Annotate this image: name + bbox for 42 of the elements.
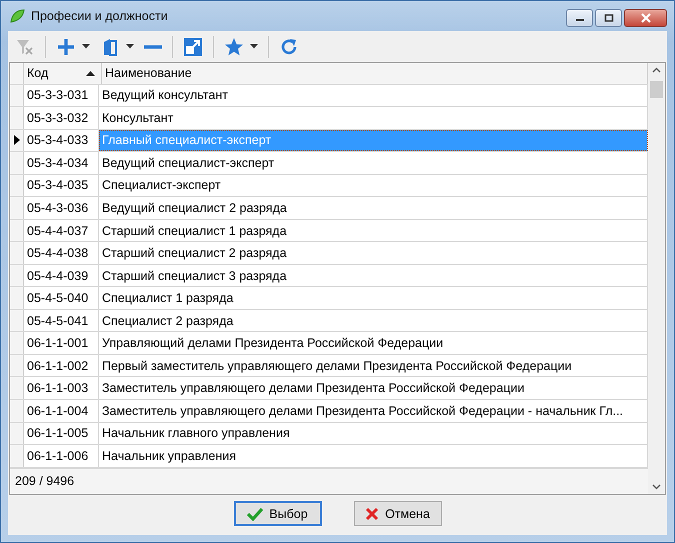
table-cell: 05-4-4-037 <box>24 220 99 242</box>
minimize-button[interactable] <box>566 9 593 27</box>
window-title: Професии и должности <box>31 9 168 23</box>
table-cell: 06-1-1-005 <box>24 422 99 444</box>
table-cell: 05-4-5-040 <box>24 287 99 309</box>
close-icon <box>640 13 652 23</box>
row-header[interactable] <box>10 130 24 152</box>
scroll-down-icon[interactable] <box>652 484 661 490</box>
scroll-up-icon[interactable] <box>652 67 661 73</box>
scroll-thumb[interactable] <box>650 81 663 98</box>
close-button[interactable] <box>624 9 667 27</box>
leaf-icon <box>9 8 25 24</box>
record-counter: 209 / 9496 <box>10 468 648 494</box>
maximize-button[interactable] <box>595 9 622 27</box>
cancel-button[interactable]: Отмена <box>354 501 442 526</box>
remove-button[interactable] <box>141 42 165 50</box>
table-cell: 06-1-1-004 <box>24 400 99 422</box>
table-cell: 06-1-1-003 <box>24 377 99 399</box>
select-button[interactable]: Выбор <box>234 501 322 526</box>
table-cell: Главный специалист-эксперт <box>99 130 648 152</box>
star-icon <box>224 36 244 56</box>
table-cell: 05-3-3-032 <box>24 107 99 129</box>
table-cell: 05-4-3-036 <box>24 197 99 219</box>
expand-icon <box>183 36 203 56</box>
checkmark-icon <box>247 506 264 520</box>
plus-icon <box>56 36 76 56</box>
table-cell: 05-3-4-034 <box>24 152 99 174</box>
table-cell: 05-4-4-039 <box>24 264 99 286</box>
table-cell: 06-1-1-002 <box>24 354 99 376</box>
table-cell: 06-1-1-001 <box>24 332 99 354</box>
table-cell: 05-3-3-031 <box>24 84 99 106</box>
current-row-icon <box>14 135 20 146</box>
minus-icon <box>144 44 162 48</box>
table-cell: 05-3-4-035 <box>24 174 99 196</box>
cross-icon <box>365 506 380 520</box>
table-cell: 05-4-4-038 <box>24 242 99 264</box>
table-cell: 06-1-1-006 <box>24 445 99 467</box>
refresh-icon <box>279 36 299 56</box>
table-cell: 05-4-5-041 <box>24 310 99 332</box>
scrollbar[interactable] <box>648 63 665 494</box>
maximize-icon <box>604 14 614 22</box>
column-header[interactable]: Код <box>24 63 102 84</box>
